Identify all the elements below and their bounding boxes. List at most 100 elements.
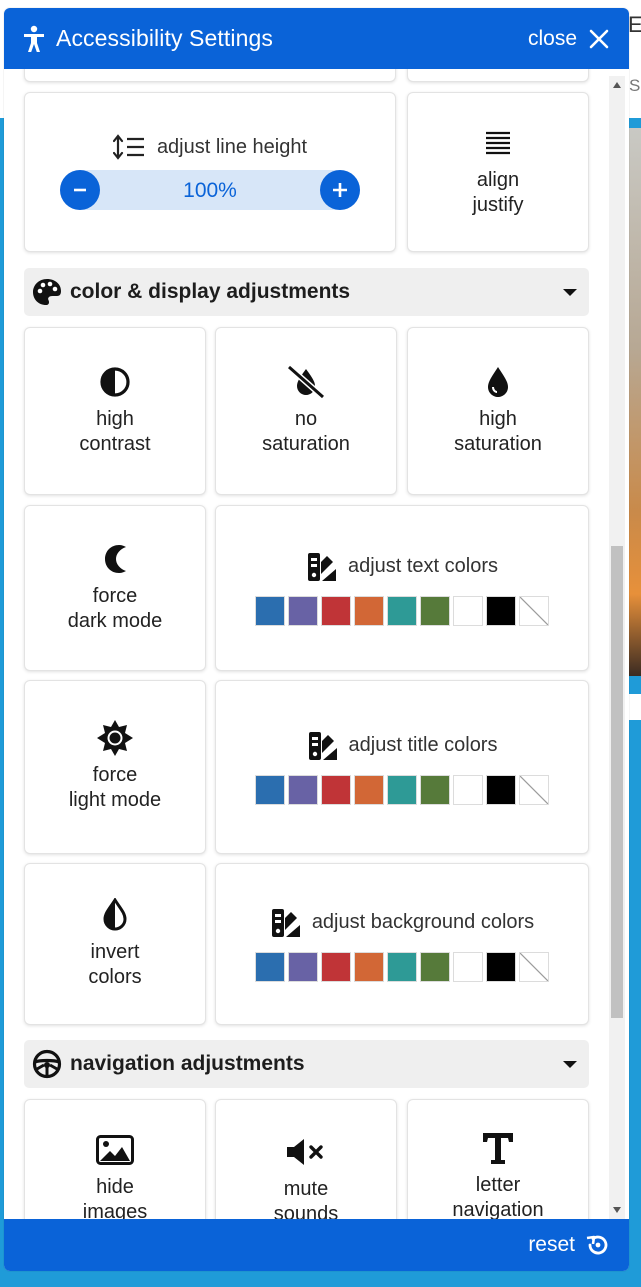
- color-swatch[interactable]: [255, 774, 285, 805]
- mute-icon: [287, 1139, 323, 1165]
- color-swatch[interactable]: [486, 774, 516, 805]
- color-swatch[interactable]: [387, 774, 417, 805]
- color-swatch[interactable]: [486, 595, 516, 626]
- no-color-swatch[interactable]: [519, 951, 549, 982]
- color-swatch[interactable]: [420, 595, 450, 626]
- light-mode-card[interactable]: force light mode: [24, 680, 206, 854]
- panel-header: Accessibility Settings close: [4, 8, 629, 69]
- line-height-icon: [112, 134, 144, 160]
- close-label: close: [527, 26, 577, 50]
- text-icon: [483, 1133, 513, 1164]
- swatchbook-icon: [307, 552, 336, 581]
- light-mode-label: force light mode: [68, 764, 162, 811]
- text-color-swatches: [255, 595, 549, 626]
- color-section-header[interactable]: color & display adjustments: [24, 268, 589, 316]
- reset-button[interactable]: reset: [528, 1232, 611, 1258]
- scroll-down-arrow-icon[interactable]: [613, 1207, 621, 1213]
- plus-icon: [333, 183, 347, 197]
- accessibility-icon: [24, 25, 44, 52]
- color-swatch[interactable]: [354, 951, 384, 982]
- chevron-down-icon: [563, 1060, 577, 1068]
- high-saturation-card[interactable]: high saturation: [407, 327, 589, 495]
- decrease-line-height-button[interactable]: [60, 170, 100, 210]
- close-icon: [589, 29, 609, 48]
- background-text-fragment: Ev: [628, 12, 641, 37]
- partial-card-right[interactable]: [407, 69, 589, 82]
- align-justify-label: align justify: [472, 169, 524, 216]
- background-color-swatches: [255, 951, 549, 982]
- reset-label: reset: [528, 1233, 575, 1256]
- no-color-swatch[interactable]: [519, 774, 549, 805]
- no-saturation-label: no saturation: [262, 408, 350, 455]
- title-color-swatches: [255, 774, 549, 805]
- image-icon: [96, 1135, 134, 1165]
- title-colors-card: adjust title colors: [215, 680, 589, 854]
- minus-icon: [74, 188, 86, 192]
- background-text-fragment-2: S: [629, 76, 641, 95]
- color-swatch[interactable]: [255, 595, 285, 626]
- no-saturation-icon: [287, 365, 325, 399]
- invert-colors-label: invert colors: [88, 941, 142, 988]
- moon-icon: [105, 545, 126, 573]
- panel-footer: reset: [4, 1219, 629, 1271]
- background-strip: [628, 694, 641, 720]
- no-saturation-card[interactable]: no saturation: [215, 327, 397, 495]
- swatchbook-icon: [271, 908, 300, 937]
- panel-content: adjust line height 100% align justify co…: [4, 69, 629, 1219]
- color-swatch[interactable]: [387, 951, 417, 982]
- color-swatch[interactable]: [453, 774, 483, 805]
- panel-scrollbar[interactable]: [609, 76, 625, 1219]
- color-swatch[interactable]: [288, 951, 318, 982]
- color-swatch[interactable]: [354, 595, 384, 626]
- navigation-section-header[interactable]: navigation adjustments: [24, 1040, 589, 1088]
- color-swatch[interactable]: [453, 595, 483, 626]
- background-colors-card: adjust background colors: [215, 863, 589, 1025]
- dark-mode-label: force dark mode: [67, 585, 163, 632]
- background-photo: [628, 128, 641, 676]
- color-swatch[interactable]: [486, 951, 516, 982]
- high-saturation-label: high saturation: [454, 408, 542, 455]
- title-colors-label: adjust title colors: [348, 734, 498, 756]
- steering-wheel-icon: [32, 1049, 62, 1079]
- scrollbar-thumb[interactable]: [611, 546, 623, 1018]
- color-swatch[interactable]: [288, 774, 318, 805]
- high-contrast-card[interactable]: high contrast: [24, 327, 206, 495]
- align-justify-icon: [486, 131, 510, 155]
- dark-mode-card[interactable]: force dark mode: [24, 505, 206, 671]
- close-button[interactable]: close: [528, 27, 609, 51]
- color-swatch[interactable]: [387, 595, 417, 626]
- navigation-section-title: navigation adjustments: [70, 1052, 305, 1075]
- background-colors-label: adjust background colors: [311, 911, 535, 933]
- letter-navigation-label: letter navigation: [452, 1174, 544, 1219]
- line-height-label: adjust line height: [156, 135, 308, 158]
- no-color-swatch[interactable]: [519, 595, 549, 626]
- contrast-icon: [100, 367, 130, 397]
- panel-title: Accessibility Settings: [56, 25, 273, 51]
- sun-icon: [97, 720, 133, 756]
- color-swatch[interactable]: [255, 951, 285, 982]
- color-swatch[interactable]: [453, 951, 483, 982]
- color-swatch[interactable]: [420, 774, 450, 805]
- scroll-up-arrow-icon[interactable]: [613, 82, 621, 88]
- color-swatch[interactable]: [321, 595, 351, 626]
- text-colors-card: adjust text colors: [215, 505, 589, 671]
- color-swatch[interactable]: [321, 951, 351, 982]
- color-swatch[interactable]: [288, 595, 318, 626]
- invert-icon: [103, 898, 127, 931]
- palette-icon: [33, 279, 61, 305]
- partial-card-left[interactable]: [24, 69, 396, 82]
- hide-images-card[interactable]: hide images: [24, 1099, 206, 1219]
- align-justify-card[interactable]: align justify: [407, 92, 589, 252]
- letter-navigation-card[interactable]: letter navigation: [407, 1099, 589, 1219]
- mute-sounds-card[interactable]: mute sounds: [215, 1099, 397, 1219]
- color-swatch[interactable]: [321, 774, 351, 805]
- reset-icon: [586, 1235, 608, 1255]
- accessibility-panel: Accessibility Settings close adjust line…: [4, 8, 629, 1271]
- line-height-stepper: 100%: [60, 170, 360, 210]
- color-swatch[interactable]: [354, 774, 384, 805]
- color-swatch[interactable]: [420, 951, 450, 982]
- invert-colors-card[interactable]: invert colors: [24, 863, 206, 1025]
- swatchbook-icon: [308, 731, 337, 760]
- increase-line-height-button[interactable]: [320, 170, 360, 210]
- text-colors-label: adjust text colors: [347, 555, 499, 577]
